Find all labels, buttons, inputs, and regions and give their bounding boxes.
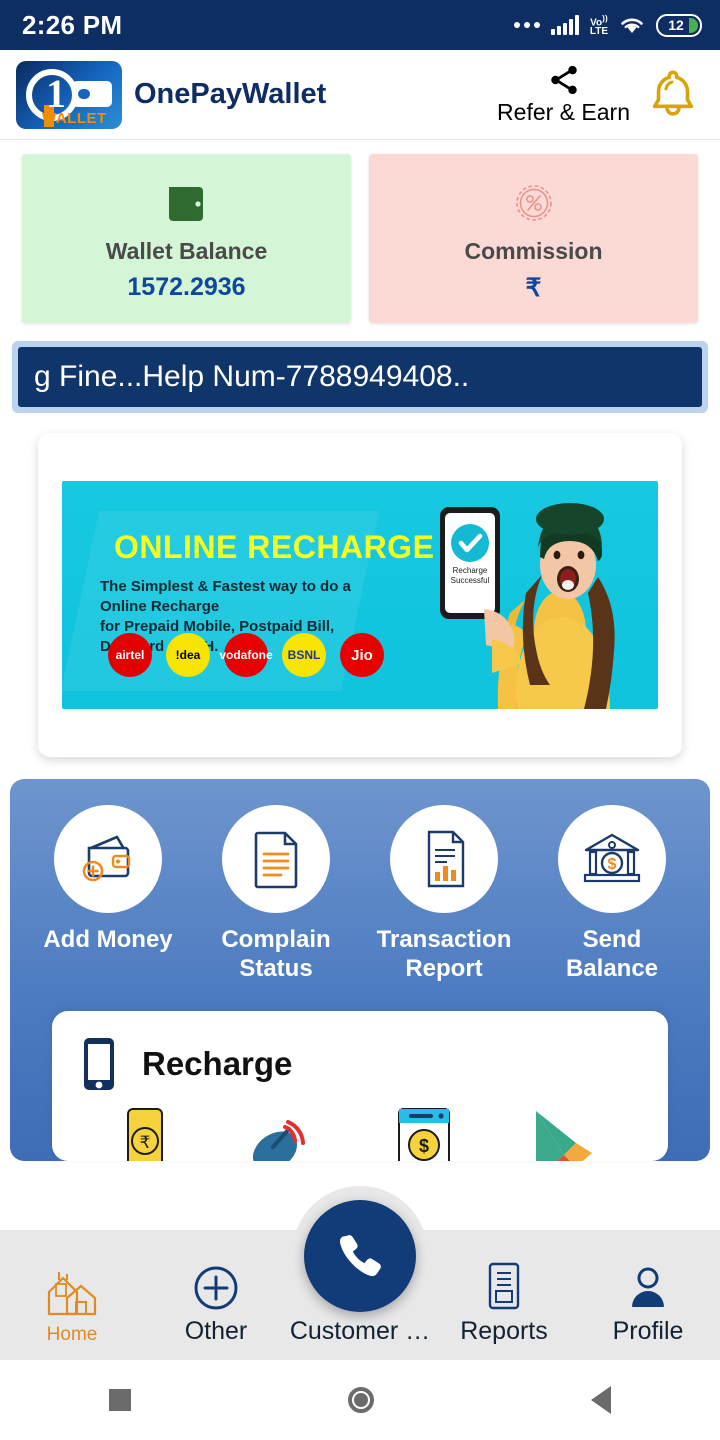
quick-action-label: Transaction Report bbox=[376, 926, 512, 982]
nav-label: Other bbox=[184, 1317, 248, 1345]
recharge-section: Recharge ₹ $ bbox=[52, 1011, 668, 1161]
commission-card[interactable]: Commission ₹ bbox=[369, 154, 698, 323]
recents-square-icon[interactable] bbox=[108, 1389, 131, 1411]
vodafone-logo-icon: vodafone bbox=[219, 633, 273, 677]
person-icon bbox=[632, 1267, 664, 1307]
google-play-icon[interactable] bbox=[526, 1107, 606, 1161]
nav-item-home[interactable]: Home bbox=[0, 1264, 144, 1346]
promo-card[interactable]: ONLINE RECHARGE The Simplest & Fastest w… bbox=[38, 433, 682, 757]
phone-call-icon bbox=[339, 1235, 381, 1277]
bsnl-logo-icon: BSNL bbox=[282, 633, 326, 677]
bank-icon: $ bbox=[558, 805, 666, 913]
dth-dish-icon[interactable] bbox=[243, 1107, 323, 1161]
refer-and-earn-button[interactable]: Refer & Earn bbox=[497, 63, 630, 126]
idea-logo-icon: !dea bbox=[166, 633, 210, 677]
nav-item-profile[interactable]: Profile bbox=[576, 1263, 720, 1346]
status-bar: 2:26 PM Vo)) LTE 12 bbox=[0, 0, 720, 50]
commission-value: ₹ bbox=[525, 274, 542, 302]
signal-bars-icon bbox=[550, 15, 579, 35]
quick-action-label: Send Balance bbox=[565, 926, 659, 982]
nav-label: Profile bbox=[612, 1317, 684, 1345]
home-icon bbox=[47, 1272, 97, 1316]
volte-icon: Vo)) LTE bbox=[589, 12, 608, 38]
svg-text:$: $ bbox=[608, 856, 617, 873]
back-triangle-icon[interactable] bbox=[591, 1386, 612, 1414]
quick-action-transaction-report[interactable]: Transaction Report bbox=[369, 805, 519, 983]
promo-model-illustration: Recharge Successful bbox=[440, 503, 615, 709]
promo-title: ONLINE RECHARGE bbox=[114, 529, 435, 565]
quick-actions-panel: Add Money Complain Status Transaction Re… bbox=[10, 779, 710, 1161]
notification-bell-icon[interactable] bbox=[642, 64, 704, 126]
battery-level: 12 bbox=[668, 17, 684, 33]
svg-text:₹: ₹ bbox=[140, 1133, 151, 1152]
commission-label: Commission bbox=[464, 238, 603, 264]
nav-label: Reports bbox=[460, 1317, 548, 1345]
wallet-balance-value: 1572.2936 bbox=[127, 273, 246, 301]
quick-action-send-balance[interactable]: $ Send Balance bbox=[537, 805, 687, 983]
telecom-brand-logos: airtel !dea vodafone BSNL Jio bbox=[108, 633, 384, 677]
promo-subtitle-line1: The Simplest & Fastest way to do a Onlin… bbox=[100, 578, 351, 615]
quick-action-label: Add Money bbox=[43, 926, 173, 953]
quick-action-label: Complain Status bbox=[221, 926, 331, 982]
wallet-plus-icon bbox=[54, 805, 162, 913]
nav-item-other[interactable]: Other bbox=[144, 1263, 288, 1346]
quick-action-complain-status[interactable]: Complain Status bbox=[201, 805, 351, 983]
wallet-icon bbox=[163, 176, 211, 230]
recharge-service-icons: ₹ $ bbox=[80, 1107, 640, 1161]
recharge-title: Recharge bbox=[142, 1045, 293, 1082]
wallet-balance-card[interactable]: Wallet Balance 1572.2936 bbox=[22, 154, 351, 323]
customer-care-fab[interactable] bbox=[304, 1200, 416, 1312]
nav-item-reports[interactable]: Reports bbox=[432, 1261, 576, 1346]
ticker-outer: g Fine...Help Num-7788949408.. bbox=[12, 341, 708, 413]
system-navigation-bar bbox=[0, 1360, 720, 1440]
status-time: 2:26 PM bbox=[22, 9, 123, 40]
svg-text:Recharge: Recharge bbox=[453, 566, 488, 575]
status-icons: Vo)) LTE 12 bbox=[513, 12, 702, 38]
nav-label: Home bbox=[46, 1324, 98, 1345]
page-title: OnePayWallet bbox=[134, 78, 327, 110]
recharge-header: Recharge bbox=[80, 1035, 640, 1093]
logo-digit: 1 bbox=[46, 70, 66, 116]
announcement-ticker[interactable]: g Fine...Help Num-7788949408.. bbox=[18, 347, 702, 407]
quick-actions-grid: Add Money Complain Status Transaction Re… bbox=[24, 805, 696, 983]
jio-logo-icon: Jio bbox=[340, 633, 384, 677]
plus-circle-icon bbox=[194, 1266, 238, 1310]
airtel-logo-icon: airtel bbox=[108, 633, 152, 677]
quick-action-add-money[interactable]: Add Money bbox=[33, 805, 183, 983]
home-circle-icon[interactable] bbox=[347, 1387, 374, 1413]
more-dots-icon bbox=[513, 22, 540, 28]
refer-label: Refer & Earn bbox=[497, 99, 630, 125]
mobile-recharge-icon[interactable]: ₹ bbox=[114, 1107, 174, 1161]
logo-wordmark: WALLET bbox=[42, 109, 107, 127]
promo-banner-container: ONLINE RECHARGE The Simplest & Fastest w… bbox=[0, 413, 720, 757]
percent-badge-icon bbox=[509, 176, 559, 230]
promo-banner[interactable]: ONLINE RECHARGE The Simplest & Fastest w… bbox=[62, 481, 658, 709]
app-header: 1 WALLET OnePayWallet Refer & Earn bbox=[0, 50, 720, 140]
money-transfer-icon[interactable]: $ bbox=[391, 1107, 457, 1161]
app-logo: 1 WALLET bbox=[16, 60, 122, 129]
balance-cards: Wallet Balance 1572.2936 Commission ₹ bbox=[0, 140, 720, 323]
document-lines-icon bbox=[222, 805, 330, 913]
mobile-phone-icon bbox=[84, 1038, 114, 1090]
svg-text:$: $ bbox=[419, 1136, 429, 1156]
wallet-balance-label: Wallet Balance bbox=[105, 238, 268, 264]
report-chart-icon bbox=[390, 805, 498, 913]
wifi-icon bbox=[621, 18, 643, 33]
battery-icon: 12 bbox=[656, 13, 702, 37]
reports-document-icon bbox=[488, 1262, 520, 1310]
svg-text:Successful: Successful bbox=[451, 576, 490, 585]
ticker-container: g Fine...Help Num-7788949408.. bbox=[0, 323, 720, 413]
share-icon bbox=[550, 65, 577, 95]
